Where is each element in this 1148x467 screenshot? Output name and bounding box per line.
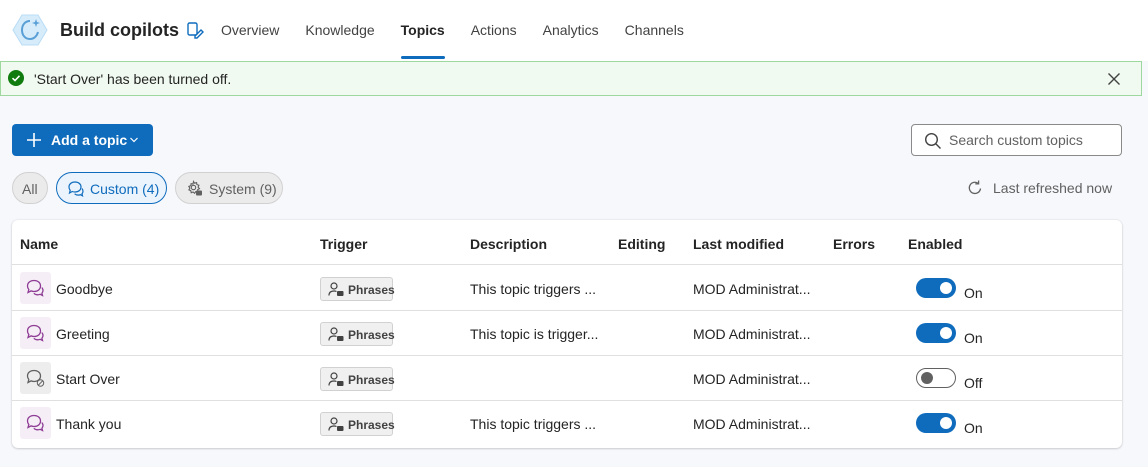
tab-overview[interactable]: Overview — [208, 0, 292, 61]
nav-tabs: Overview Knowledge Topics Actions Analyt… — [208, 0, 697, 61]
last-modified-by: MOD Administrat... — [693, 281, 811, 297]
topic-name-link[interactable]: Start Over — [56, 371, 120, 387]
copilot-logo-icon — [12, 14, 48, 46]
refresh-icon — [968, 180, 982, 195]
add-topic-label: Add a topic — [51, 132, 128, 148]
topic-name-link[interactable]: Greeting — [56, 326, 110, 342]
enabled-toggle[interactable] — [916, 413, 956, 433]
toggle-knob — [940, 327, 952, 339]
topic-name-link[interactable]: Thank you — [56, 416, 121, 432]
trigger-badge: Phrases — [320, 412, 395, 436]
topic-icon — [20, 272, 51, 304]
search-input[interactable] — [949, 130, 1114, 150]
column-header-editing[interactable]: Editing — [618, 236, 665, 252]
filter-all-label: All — [22, 181, 38, 197]
edit-copilot-icon[interactable] — [186, 21, 204, 39]
column-header-errors[interactable]: Errors — [833, 236, 875, 252]
topic-description: This topic is trigger... — [470, 326, 599, 342]
filter-custom-pill[interactable]: Custom (4) — [56, 172, 167, 204]
trigger-label: Phrases — [348, 418, 395, 432]
trigger-badge: Phrases — [320, 277, 395, 301]
checkmark-circle-icon — [8, 70, 24, 86]
add-topic-button[interactable]: Add a topic — [12, 124, 153, 156]
person-chat-icon — [328, 372, 344, 386]
chat-bubbles-disabled-icon — [26, 369, 45, 387]
topic-icon — [20, 407, 51, 439]
last-modified-by: MOD Administrat... — [693, 326, 811, 342]
enabled-label: On — [964, 330, 983, 346]
app-title: Build copilots — [60, 20, 179, 40]
table-row[interactable]: Thank you Phrases This topic triggers ..… — [12, 401, 1122, 446]
enabled-label: Off — [964, 375, 983, 391]
last-modified-by: MOD Administrat... — [693, 371, 811, 387]
success-notification: 'Start Over' has been turned off. — [0, 61, 1142, 96]
table-header: Name Trigger Description Editing Last mo… — [12, 220, 1122, 265]
tab-channels[interactable]: Channels — [612, 0, 697, 61]
tab-knowledge[interactable]: Knowledge — [292, 0, 387, 61]
tab-analytics[interactable]: Analytics — [530, 0, 612, 61]
table-row[interactable]: Greeting Phrases This topic is trigger..… — [12, 311, 1122, 356]
enabled-toggle[interactable] — [916, 368, 956, 388]
tab-actions[interactable]: Actions — [458, 0, 530, 61]
topic-icon-disabled — [20, 362, 51, 394]
enabled-label: On — [964, 285, 983, 301]
filter-system-label: System (9) — [209, 181, 277, 197]
last-modified-by: MOD Administrat... — [693, 416, 811, 432]
column-header-last-modified[interactable]: Last modified — [693, 236, 784, 252]
tab-topics[interactable]: Topics — [388, 0, 458, 61]
toggle-knob — [940, 417, 952, 429]
trigger-label: Phrases — [348, 328, 395, 342]
toggle-knob — [940, 282, 952, 294]
filter-system-pill[interactable]: System (9) — [175, 172, 283, 204]
trigger-label: Phrases — [348, 283, 395, 297]
table-row[interactable]: Goodbye Phrases This topic triggers ... … — [12, 266, 1122, 311]
person-chat-icon — [328, 417, 344, 431]
person-chat-icon — [328, 327, 344, 341]
chat-bubbles-icon — [26, 279, 44, 297]
chat-bubbles-icon — [68, 181, 84, 197]
enabled-toggle[interactable] — [916, 278, 956, 298]
person-chat-icon — [328, 282, 344, 296]
last-refreshed-label: Last refreshed now — [993, 180, 1113, 196]
chat-bubbles-icon — [26, 324, 44, 342]
enabled-label: On — [964, 420, 983, 436]
trigger-badge: Phrases — [320, 367, 395, 391]
search-icon — [924, 132, 941, 149]
topic-description: This topic triggers ... — [470, 281, 597, 297]
table-row[interactable]: Start Over Phrases MOD Administrat... Of… — [12, 356, 1122, 401]
topic-description: This topic triggers ... — [470, 416, 597, 432]
app-header: Build copilots Overview Knowledge Topics… — [0, 0, 1148, 61]
column-header-name[interactable]: Name — [20, 236, 58, 252]
search-box — [911, 124, 1122, 156]
chevron-down-icon — [130, 137, 138, 143]
filter-all-pill[interactable]: All — [12, 172, 48, 204]
chat-bubbles-icon — [26, 414, 44, 432]
plus-icon — [27, 133, 41, 147]
column-header-description[interactable]: Description — [470, 236, 547, 252]
topics-table: Name Trigger Description Editing Last mo… — [12, 220, 1122, 448]
close-icon[interactable] — [1105, 70, 1123, 88]
filter-custom-label: Custom (4) — [90, 181, 160, 197]
notification-text: 'Start Over' has been turned off. — [34, 71, 232, 87]
topic-icon — [20, 317, 51, 349]
settings-chat-icon — [187, 180, 202, 196]
column-header-trigger[interactable]: Trigger — [320, 236, 367, 252]
topic-name-link[interactable]: Goodbye — [56, 281, 113, 297]
trigger-label: Phrases — [348, 373, 395, 387]
trigger-badge: Phrases — [320, 322, 395, 346]
toggle-knob — [921, 372, 933, 384]
enabled-toggle[interactable] — [916, 323, 956, 343]
column-header-enabled[interactable]: Enabled — [908, 236, 962, 252]
